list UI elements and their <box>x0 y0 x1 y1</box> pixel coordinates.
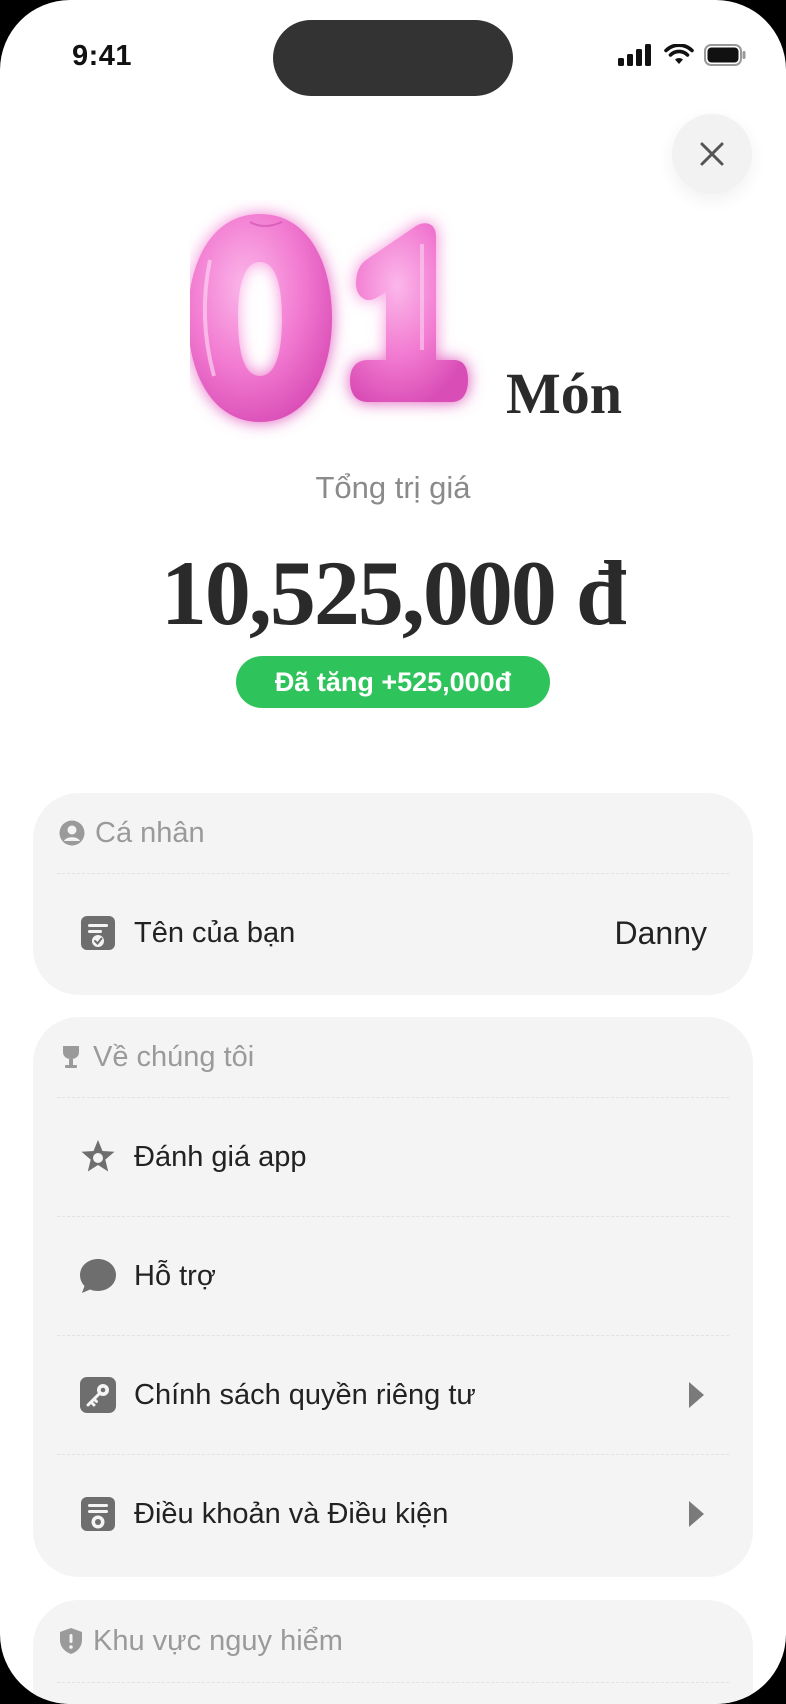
personal-section-header: Cá nhân <box>33 793 753 873</box>
dynamic-island <box>273 20 513 96</box>
personal-section-title: Cá nhân <box>95 816 205 849</box>
divider <box>57 1682 729 1683</box>
chat-bubble-icon <box>78 1256 118 1296</box>
status-icons <box>618 44 746 66</box>
close-icon <box>700 142 724 166</box>
rate-app-row[interactable]: Đánh giá app <box>33 1098 753 1216</box>
privacy-policy-row[interactable]: Chính sách quyền riêng tư <box>33 1336 753 1454</box>
danger-section-header: Khu vực nguy hiểm <box>33 1600 753 1682</box>
balloon-number <box>188 200 500 440</box>
support-label: Hỗ trợ <box>134 1259 216 1292</box>
signal-icon <box>618 44 651 66</box>
user-circle-icon <box>59 820 85 846</box>
status-time: 9:41 <box>72 40 133 72</box>
danger-section-title: Khu vực nguy hiểm <box>93 1624 343 1657</box>
item-unit-label: Món <box>506 361 622 426</box>
name-row-label: Tên của bạn <box>134 916 296 949</box>
chevron-right-icon <box>685 1499 707 1529</box>
support-row[interactable]: Hỗ trợ <box>33 1217 753 1335</box>
certificate-icon <box>78 1494 118 1534</box>
name-row[interactable]: Tên của bạn Danny <box>33 874 753 992</box>
terms-row[interactable]: Điều khoản và Điều kiện <box>33 1455 753 1573</box>
privacy-policy-label: Chính sách quyền riêng tư <box>134 1378 476 1411</box>
trophy-icon <box>63 1046 79 1068</box>
personal-section: Cá nhân Tên của bạn Danny <box>33 793 753 995</box>
danger-section: Khu vực nguy hiểm <box>33 1600 753 1704</box>
about-section: Về chúng tôi Đánh giá app Hỗ trợ Chính s… <box>33 1017 753 1577</box>
close-button[interactable] <box>672 114 752 194</box>
about-section-title: Về chúng tôi <box>93 1040 255 1073</box>
chevron-right-icon <box>685 1380 707 1410</box>
shield-alert-icon <box>60 1628 82 1654</box>
terms-label: Điều khoản và Điều kiện <box>134 1497 449 1530</box>
rate-app-label: Đánh giá app <box>134 1140 307 1173</box>
star-badge-icon <box>78 1137 118 1177</box>
key-icon <box>78 1375 118 1415</box>
total-value-label: Tổng trị giá <box>315 470 471 505</box>
wifi-icon <box>664 44 694 64</box>
name-row-value: Danny <box>614 914 708 951</box>
total-value: 10,525,000 đ <box>160 542 627 644</box>
battery-icon <box>704 44 746 66</box>
balloon-digits-icon <box>188 214 468 422</box>
gain-badge: Đã tăng +525,000đ <box>236 656 550 708</box>
about-section-header: Về chúng tôi <box>33 1017 753 1097</box>
app-screen: 9:41 Món Tổng trị giá 10,525,000 đ Đã tă… <box>0 0 786 1704</box>
name-card-icon <box>78 913 118 953</box>
